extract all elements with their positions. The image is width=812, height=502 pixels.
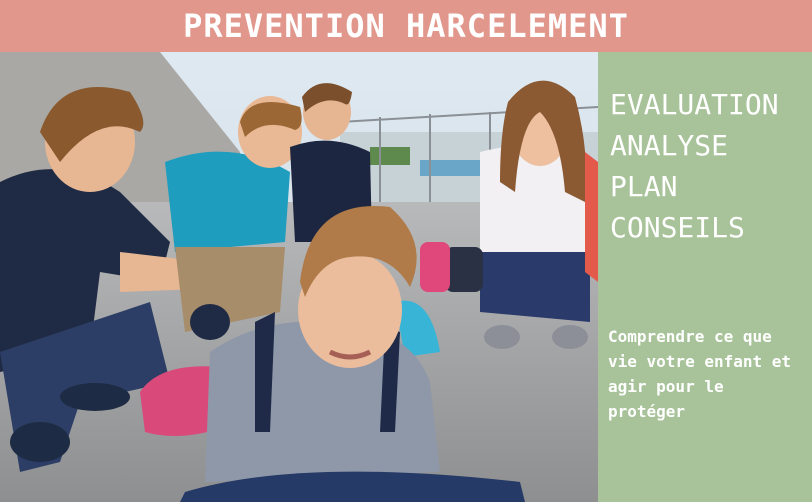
bullying-photo bbox=[0, 52, 598, 502]
topic-list: EVALUATION ANALYSE PLAN CONSEILS bbox=[610, 84, 779, 248]
topic-conseils: CONSEILS bbox=[610, 211, 745, 244]
tagline: Comprendre ce que vie votre enfant et ag… bbox=[608, 327, 792, 421]
schoolyard-bullying-scene-icon bbox=[0, 52, 598, 502]
topic-analyse: ANALYSE bbox=[610, 129, 729, 162]
info-panel: EVALUATION ANALYSE PLAN CONSEILS Compren… bbox=[598, 52, 812, 502]
topic-evaluation: EVALUATION bbox=[610, 88, 779, 121]
header-banner: PREVENTION HARCELEMENT bbox=[0, 0, 812, 52]
topic-plan: PLAN bbox=[610, 170, 678, 203]
page-title: PREVENTION HARCELEMENT bbox=[183, 7, 629, 45]
